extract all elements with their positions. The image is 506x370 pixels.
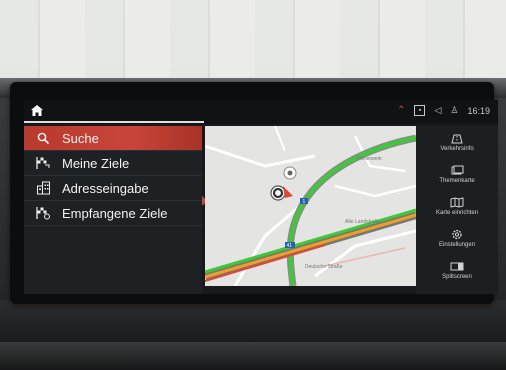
street-label-1: Pfeilerwerk	[357, 156, 382, 162]
device-icon: ▪	[414, 105, 426, 116]
navigation-menu: Suche Meine Ziele Adresseingabe Empfange…	[24, 126, 202, 294]
menu-item-adresseingabe[interactable]: Adresseingabe	[24, 176, 202, 201]
poi-marker-icon[interactable]	[283, 166, 297, 180]
menu-item-label: Empfangene Ziele	[62, 205, 168, 221]
side-item-themenkarte[interactable]: Themenkarte	[416, 158, 498, 190]
side-item-label: Splitscreen	[442, 273, 472, 280]
splitscreen-icon	[450, 261, 464, 272]
side-item-karte-einrichten[interactable]: Karte einrichten	[416, 190, 498, 222]
home-tab-indicator	[24, 121, 204, 123]
dashboard-sill	[0, 342, 506, 370]
side-item-label: Karte einrichten	[435, 209, 479, 216]
side-item-label: Verkehrsinfo	[440, 145, 474, 152]
side-item-einstellungen[interactable]: Einstellungen	[416, 222, 498, 254]
navigation-map[interactable]: Pfeilerwerk Alte Landstraße Deutsche Str…	[205, 126, 416, 286]
route-badge-2-label: 41	[287, 243, 293, 249]
status-bar: ⌃ ▪ ◁ ♙ 16:19	[24, 100, 498, 124]
search-icon	[34, 130, 52, 146]
up-arrow-icon[interactable]: ⌃	[397, 105, 405, 116]
home-icon[interactable]	[30, 104, 50, 120]
volume-icon: ◁	[434, 105, 442, 115]
side-item-splitscreen[interactable]: Splitscreen	[416, 254, 498, 286]
flag-icon	[34, 155, 52, 171]
map-layers-icon	[450, 165, 464, 176]
map-settings-icon	[450, 196, 464, 208]
menu-item-label: Suche	[62, 130, 99, 146]
menu-item-empfangene-ziele[interactable]: Empfangene Ziele	[24, 201, 202, 226]
side-item-label: Themenkarte	[439, 177, 475, 184]
route-badge-1-label: 1	[303, 199, 306, 205]
map-options-panel: Verkehrsinfo Themenkarte Karte einrichte…	[416, 126, 498, 294]
menu-item-meine-ziele[interactable]: Meine Ziele	[24, 151, 202, 176]
received-flag-icon	[34, 205, 52, 221]
building-icon	[34, 180, 52, 196]
street-label-2: Alte Landstraße	[345, 219, 381, 225]
infotainment-screen: ⌃ ▪ ◁ ♙ 16:19 Suche Meine Ziele Adressei…	[24, 100, 498, 294]
menu-item-suche[interactable]: Suche	[24, 126, 202, 151]
person-icon: ♙	[450, 105, 459, 115]
menu-item-label: Adresseingabe	[62, 180, 149, 196]
clock: 16:19	[467, 105, 490, 116]
status-icons: ⌃ ▪ ◁ ♙ 16:19	[397, 105, 490, 116]
gear-icon	[450, 229, 464, 240]
side-item-label: Einstellungen	[438, 241, 476, 248]
street-label-3: Deutsche Straße	[305, 264, 343, 270]
menu-item-label: Meine Ziele	[62, 155, 130, 171]
side-item-verkehrsinfo[interactable]: Verkehrsinfo	[416, 126, 498, 158]
traffic-icon	[450, 133, 464, 144]
